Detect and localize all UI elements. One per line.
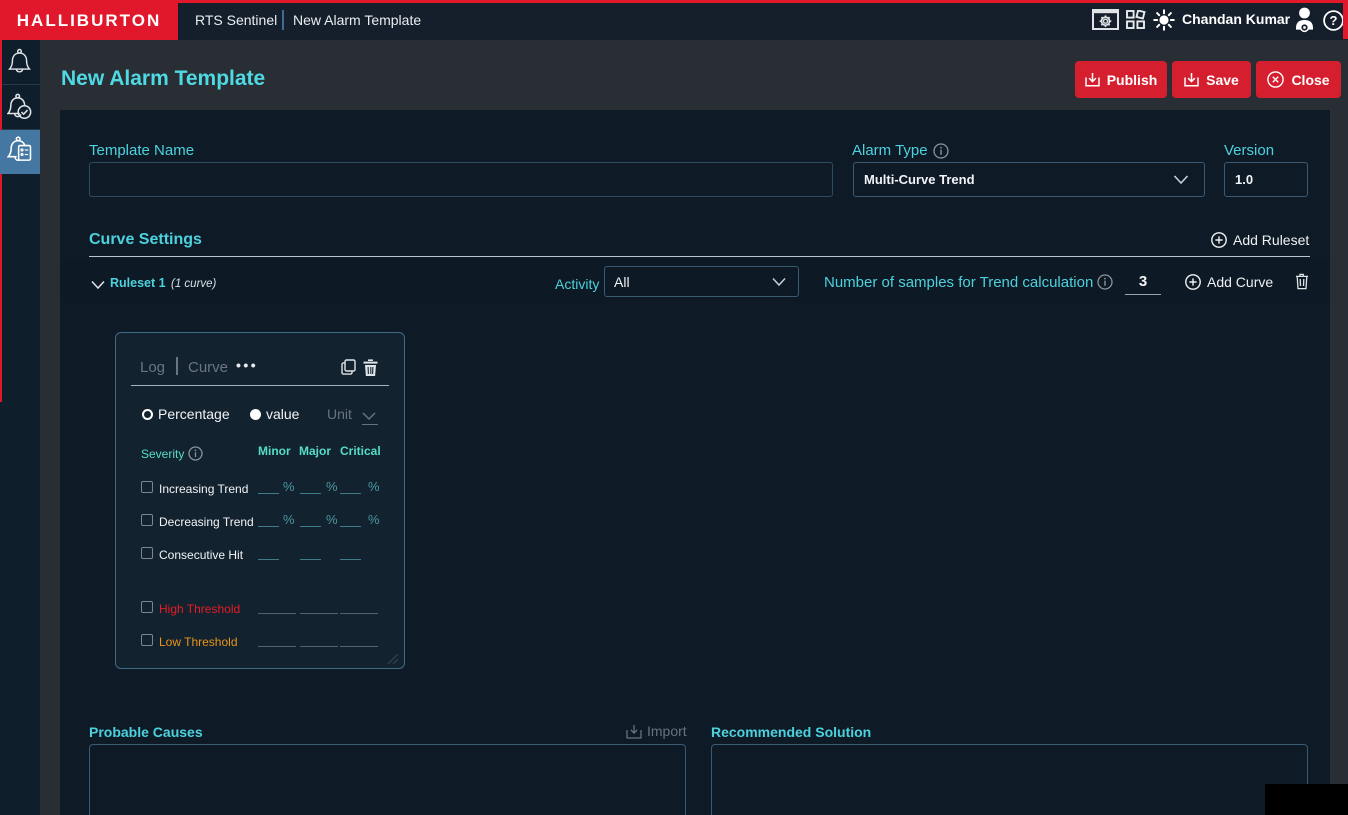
svg-text:?: ? — [1330, 13, 1338, 28]
